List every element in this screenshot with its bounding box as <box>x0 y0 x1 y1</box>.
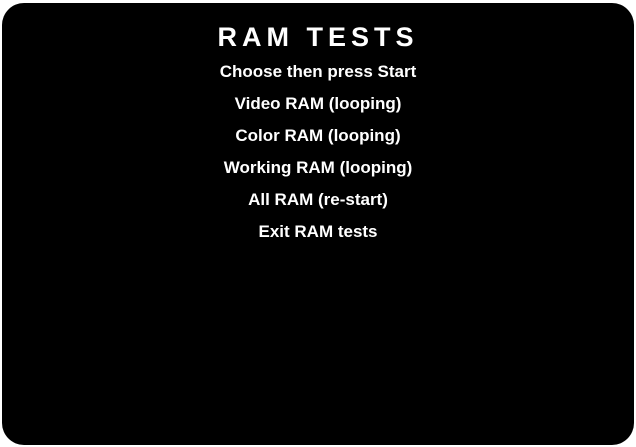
menu-item-label: Video RAM (looping) <box>234 94 402 113</box>
menu-item-video-ram[interactable]: Video RAM (looping) <box>2 94 634 126</box>
menu-item-label: All RAM (re-start) <box>248 190 388 209</box>
ram-test-menu: Video RAM (looping) Color RAM (looping) … <box>2 94 634 254</box>
menu-item-color-ram[interactable]: Color RAM (looping) <box>2 126 634 158</box>
menu-item-label: Working RAM (looping) <box>223 158 413 177</box>
arcade-test-screen: RAM TESTS Choose then press Start Video … <box>2 3 634 445</box>
menu-item-label: Color RAM (looping) <box>235 126 401 145</box>
menu-item-exit-ram-tests[interactable]: Exit RAM tests <box>2 222 634 254</box>
menu-item-working-ram[interactable]: Working RAM (looping) <box>2 158 634 190</box>
menu-item-all-ram[interactable]: All RAM (re-start) <box>2 190 634 222</box>
screen-title: RAM TESTS <box>217 22 419 52</box>
instruction-text: Choose then press Start <box>219 62 417 81</box>
menu-item-label: Exit RAM tests <box>258 222 378 241</box>
